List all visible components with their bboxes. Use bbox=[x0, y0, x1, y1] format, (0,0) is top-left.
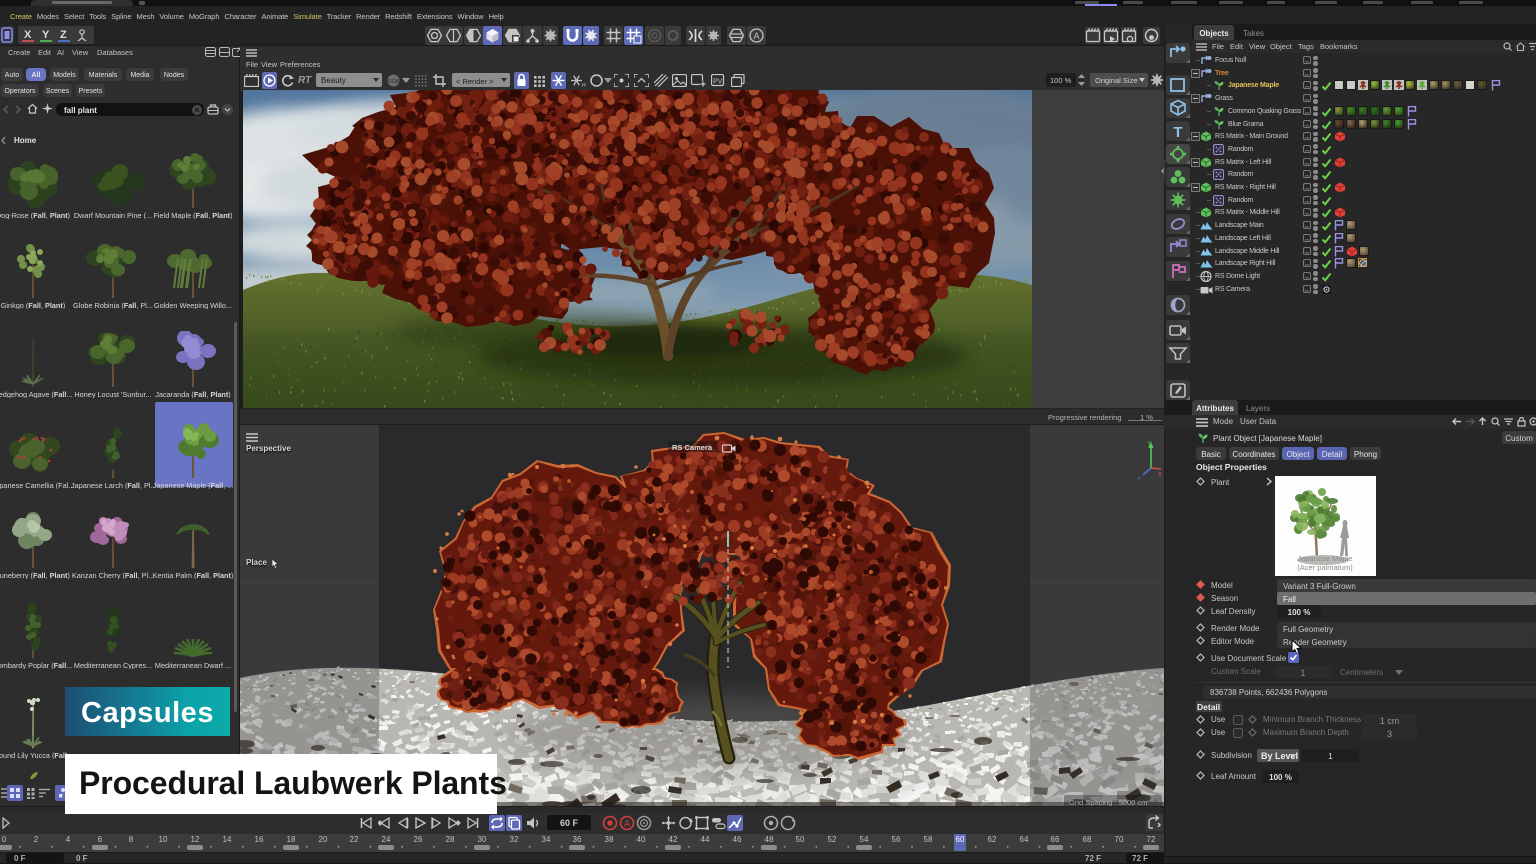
svg-text:HG: HG bbox=[582, 83, 586, 87]
svg-text:RGB: RGB bbox=[388, 79, 400, 85]
svg-text:PV: PV bbox=[713, 79, 723, 86]
svg-text:A: A bbox=[753, 31, 759, 41]
